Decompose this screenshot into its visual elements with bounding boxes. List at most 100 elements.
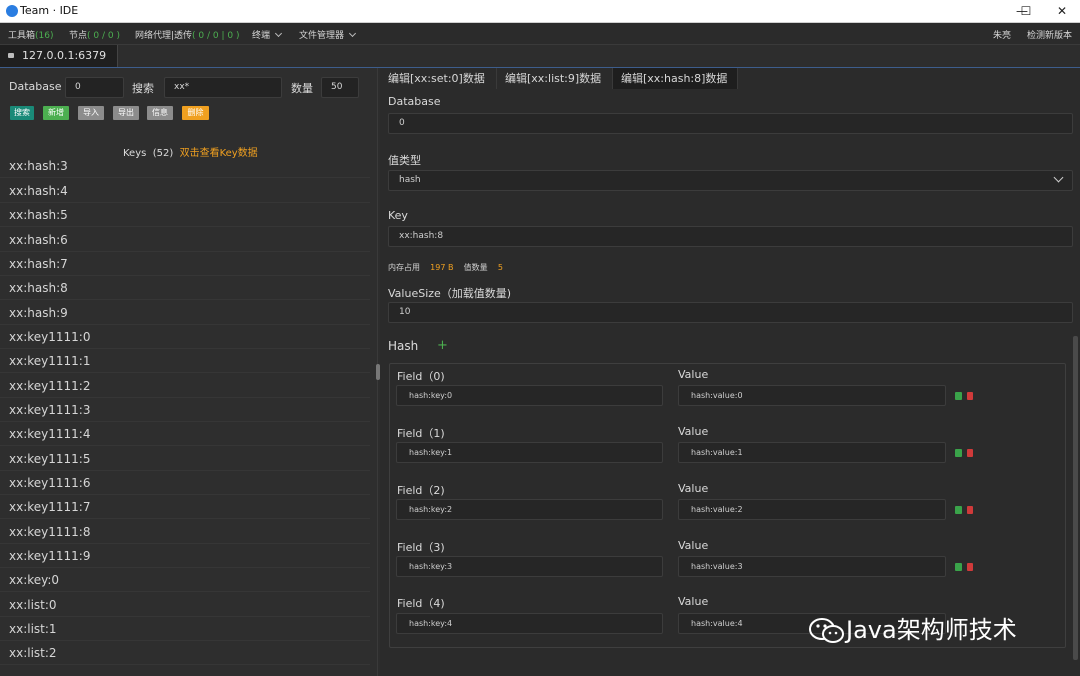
wechat-icon bbox=[809, 618, 844, 643]
menu-terminal-label: 终端 bbox=[252, 31, 271, 41]
count-input[interactable]: 50 bbox=[321, 77, 359, 98]
key-field-label: Key bbox=[388, 209, 408, 222]
save-icon[interactable] bbox=[955, 449, 962, 457]
value-label: Value bbox=[678, 425, 709, 438]
window-title: Team · IDE bbox=[20, 4, 79, 17]
list-item[interactable]: xx:key1111:5 bbox=[0, 447, 370, 471]
delete-icon[interactable] bbox=[967, 563, 973, 571]
menu-filemanager[interactable]: 文件管理器 bbox=[299, 28, 357, 41]
list-item[interactable]: xx:list:2 bbox=[0, 641, 370, 665]
watermark: Java架构师技术 bbox=[808, 610, 1017, 645]
memory-value: 197 B bbox=[430, 263, 454, 272]
hash-value-input[interactable]: hash:value:1 bbox=[678, 442, 946, 463]
value-count: 5 bbox=[497, 263, 503, 272]
export-button[interactable]: 导出 bbox=[113, 106, 139, 120]
list-item[interactable]: xx:key1111:8 bbox=[0, 520, 370, 544]
tab-edit-hash[interactable]: 编辑[xx:hash:8]数据 bbox=[613, 68, 738, 89]
value-count-label: 值数量 bbox=[463, 263, 488, 272]
valuesize-field[interactable]: 10 bbox=[388, 302, 1073, 323]
field-label: Field（1) bbox=[397, 427, 445, 440]
hash-field-input[interactable]: hash:key:1 bbox=[396, 442, 663, 463]
list-item[interactable]: xx:key1111:9 bbox=[0, 544, 370, 568]
list-item[interactable]: xx:key1111:3 bbox=[0, 398, 370, 422]
value-label: Value bbox=[678, 368, 709, 381]
user-name[interactable]: 朱亮 bbox=[993, 28, 1011, 41]
list-item[interactable]: xx:key1111:4 bbox=[0, 422, 370, 446]
list-item[interactable]: xx:key:0 bbox=[0, 568, 370, 592]
tab-edit-list[interactable]: 编辑[xx:list:9]数据 bbox=[497, 68, 613, 89]
watermark-text: Java架构师技术 bbox=[846, 616, 1017, 644]
count-label: 数量 bbox=[291, 82, 313, 95]
list-item[interactable]: xx:list:1 bbox=[0, 617, 370, 641]
keys-header: Keys (52) 双击查看Key数据 bbox=[123, 144, 258, 159]
menu-tools[interactable]: 工具箱(16) bbox=[8, 28, 54, 41]
menu-nodes[interactable]: 节点( 0 / 0 ) bbox=[69, 28, 120, 41]
save-icon[interactable] bbox=[955, 506, 962, 514]
list-item[interactable]: xx:key1111:1 bbox=[0, 349, 370, 373]
hash-label: Hash bbox=[388, 339, 419, 353]
tab-edit-set[interactable]: 编辑[xx:set:0]数据 bbox=[380, 68, 497, 89]
close-button[interactable]: ✕ bbox=[1040, 0, 1080, 23]
add-button[interactable]: 新增 bbox=[43, 106, 69, 120]
delete-icon[interactable] bbox=[967, 392, 973, 400]
list-item[interactable]: xx:list:0 bbox=[0, 593, 370, 617]
field-label: Field（2) bbox=[397, 484, 445, 497]
menu-nodes-count: ( 0 / 0 ) bbox=[87, 31, 120, 41]
keys-title: Keys bbox=[123, 148, 147, 159]
save-icon[interactable] bbox=[955, 563, 962, 571]
database-input[interactable]: 0 bbox=[65, 77, 124, 98]
field-label: Field（3) bbox=[397, 541, 445, 554]
hash-field-input[interactable]: hash:key:4 bbox=[396, 613, 663, 634]
chevron-down-icon bbox=[274, 29, 283, 38]
add-field-icon[interactable]: + bbox=[437, 338, 448, 353]
list-item[interactable]: xx:hash:6 bbox=[0, 228, 370, 252]
menu-tools-label: 工具箱 bbox=[8, 31, 36, 41]
hash-field-input[interactable]: hash:key:3 bbox=[396, 556, 663, 577]
check-update-link[interactable]: 检测新版本 bbox=[1027, 28, 1072, 41]
menu-proxy-count: ( 0 / 0 | 0 ) bbox=[192, 31, 240, 41]
list-item[interactable]: xx:hash:7 bbox=[0, 252, 370, 276]
list-item[interactable]: xx:key1111:7 bbox=[0, 495, 370, 519]
value-label: Value bbox=[678, 482, 709, 495]
hash-value-input[interactable]: hash:value:3 bbox=[678, 556, 946, 577]
list-item[interactable]: xx:hash:8 bbox=[0, 276, 370, 300]
list-item[interactable]: xx:hash:4 bbox=[0, 179, 370, 203]
connection-tab[interactable]: 127.0.0.1:6379 bbox=[0, 45, 118, 67]
hash-field-input[interactable]: hash:key:2 bbox=[396, 499, 663, 520]
database-field-label: Database bbox=[388, 95, 441, 108]
memory-label: 内存占用 bbox=[388, 263, 420, 272]
title-bar: Team · IDE — ☐ ✕ bbox=[0, 0, 1080, 23]
menu-proxy[interactable]: 网络代理|透传( 0 / 0 | 0 ) bbox=[135, 28, 239, 41]
field-label: Field（4) bbox=[397, 597, 445, 610]
list-item[interactable]: xx:key1111:6 bbox=[0, 471, 370, 495]
delete-icon[interactable] bbox=[967, 506, 973, 514]
import-button[interactable]: 导入 bbox=[78, 106, 104, 120]
search-input[interactable]: xx* bbox=[164, 77, 282, 98]
key-field[interactable]: xx:hash:8 bbox=[388, 226, 1073, 247]
save-icon[interactable] bbox=[955, 392, 962, 400]
value-label: Value bbox=[678, 595, 709, 608]
delete-icon[interactable] bbox=[967, 449, 973, 457]
value-type-select[interactable]: hash bbox=[388, 170, 1073, 191]
search-button[interactable]: 搜索 bbox=[10, 106, 34, 120]
scrollbar[interactable] bbox=[1073, 336, 1078, 660]
key-list: xx:hash:3 xx:hash:4 xx:hash:5 xx:hash:6 … bbox=[0, 160, 376, 668]
database-label: Database bbox=[9, 80, 62, 93]
connection-tab-label: 127.0.0.1:6379 bbox=[22, 49, 107, 62]
hash-value-input[interactable]: hash:value:0 bbox=[678, 385, 946, 406]
chevron-down-icon bbox=[348, 29, 357, 38]
menu-nodes-label: 节点 bbox=[69, 31, 88, 41]
hash-field-input[interactable]: hash:key:0 bbox=[396, 385, 663, 406]
list-item[interactable]: xx:hash:9 bbox=[0, 301, 370, 325]
menu-tools-count: (16) bbox=[35, 31, 54, 41]
hash-value-input[interactable]: hash:value:2 bbox=[678, 499, 946, 520]
list-item[interactable]: xx:hash:3 bbox=[0, 160, 370, 178]
database-field[interactable]: 0 bbox=[388, 113, 1073, 134]
delete-button[interactable]: 删除 bbox=[182, 106, 209, 120]
keys-hint: 双击查看Key数据 bbox=[179, 148, 258, 159]
list-item[interactable]: xx:hash:5 bbox=[0, 203, 370, 227]
info-button[interactable]: 信息 bbox=[147, 106, 173, 120]
list-item[interactable]: xx:key1111:0 bbox=[0, 325, 370, 349]
list-item[interactable]: xx:key1111:2 bbox=[0, 374, 370, 398]
menu-terminal[interactable]: 终端 bbox=[252, 28, 283, 41]
